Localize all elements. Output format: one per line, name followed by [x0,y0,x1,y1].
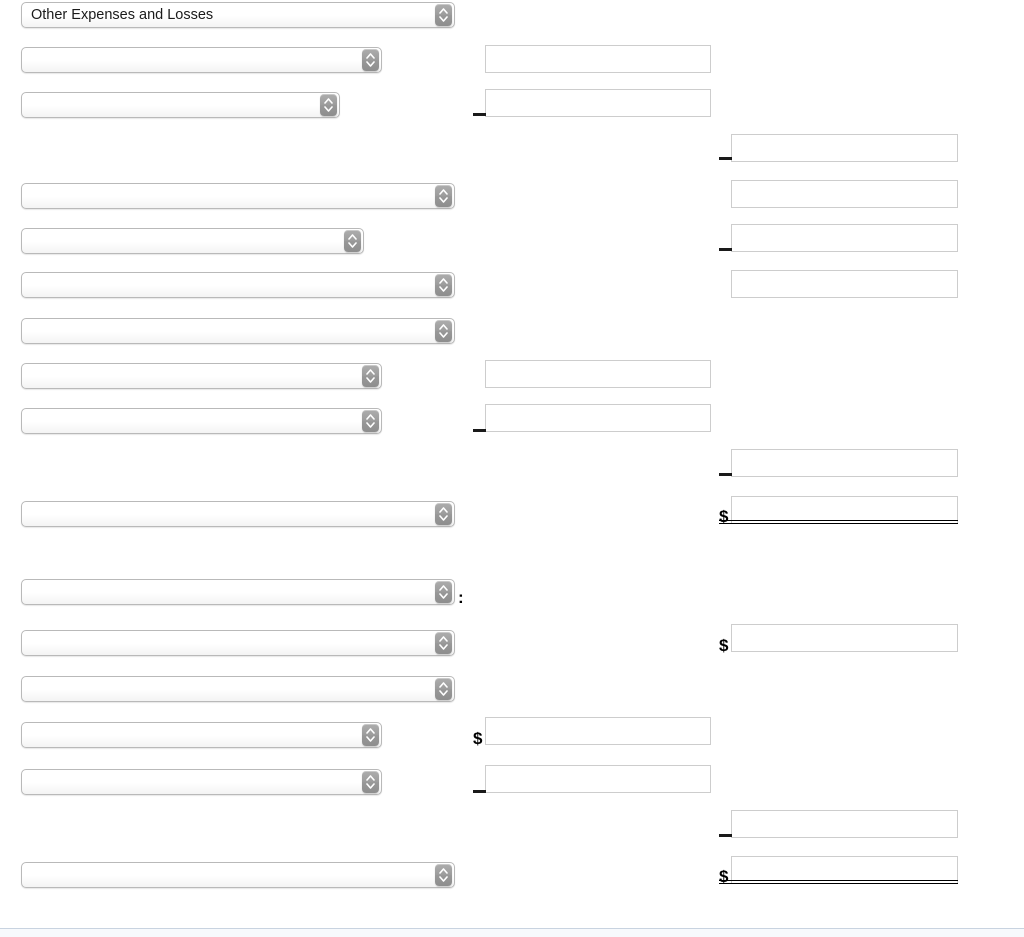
stepper-updown-icon[interactable] [435,274,452,296]
dropdown-section-header[interactable]: Other Expenses and Losses [21,2,455,28]
amount-input-amount-right-3[interactable] [731,224,958,252]
dropdown-line-item-10[interactable] [21,579,455,605]
amount-input-amount-mid-1[interactable] [485,45,711,73]
dropdown-line-item-5[interactable] [21,272,455,298]
amount-input-amount-right-5[interactable] [731,449,958,477]
amount-input-amount-right-7[interactable] [731,810,958,838]
amount-input-amount-mid-2[interactable] [485,89,711,117]
subtotal-dash-dash-right-1 [719,157,732,160]
amount-input-amount-mid-4[interactable] [485,404,711,432]
stepper-updown-icon[interactable] [435,503,452,525]
dropdown-line-item-14[interactable] [21,769,382,795]
stepper-updown-icon[interactable] [435,320,452,342]
grand-total-rule-double-rule-total-2 [719,880,958,884]
dropdown-line-item-2[interactable] [21,92,340,118]
stepper-updown-icon[interactable] [362,410,379,432]
subtotal-dash-dash-mid-6 [473,790,486,793]
dropdown-line-item-3[interactable] [21,183,455,209]
stepper-updown-icon[interactable] [362,724,379,746]
worksheet-page: Other Expenses and Losses $ $ $ $: [0,0,1024,937]
stepper-updown-icon[interactable] [320,94,337,116]
amount-input-amount-right-6[interactable] [731,624,958,652]
amount-input-amount-right-1[interactable] [731,134,958,162]
dropdown-line-item-1[interactable] [21,47,382,73]
page-divider [0,928,1024,929]
currency-symbol-dollar-mid-5: $ [473,729,483,748]
subtotal-dash-dash-mid-4 [473,429,486,432]
dropdown-line-item-12[interactable] [21,676,455,702]
amount-input-amount-right-4[interactable] [731,270,958,298]
amount-input-amount-mid-3[interactable] [485,360,711,388]
colon-marker-colon-after-line-10: : [458,588,464,607]
grand-total-rule-double-rule-total-1 [719,520,958,524]
dropdown-line-item-7[interactable] [21,363,382,389]
stepper-updown-icon[interactable] [362,49,379,71]
dropdown-line-item-4[interactable] [21,228,364,254]
subtotal-dash-dash-right-5 [719,473,732,476]
stepper-updown-icon[interactable] [435,678,452,700]
currency-symbol-dollar-right-6: $ [719,636,729,655]
subtotal-dash-dash-mid-2 [473,113,486,116]
dropdown-line-item-13[interactable] [21,722,382,748]
amount-input-amount-right-2[interactable] [731,180,958,208]
stepper-updown-icon[interactable] [435,185,452,207]
dropdown-line-item-11[interactable] [21,630,455,656]
dropdown-value: Other Expenses and Losses [31,7,214,23]
stepper-updown-icon[interactable] [435,4,452,26]
stepper-updown-icon[interactable] [435,632,452,654]
stepper-updown-icon[interactable] [435,864,452,886]
dropdown-line-item-6[interactable] [21,318,455,344]
amount-input-amount-mid-6[interactable] [485,765,711,793]
subtotal-dash-dash-right-3 [719,248,732,251]
dropdown-line-item-9[interactable] [21,501,455,527]
stepper-updown-icon[interactable] [435,581,452,603]
stepper-updown-icon[interactable] [344,230,361,252]
page-footer [0,929,1024,937]
stepper-updown-icon[interactable] [362,365,379,387]
stepper-updown-icon[interactable] [362,771,379,793]
subtotal-dash-dash-right-7 [719,834,732,837]
amount-input-amount-mid-5[interactable] [485,717,711,745]
dropdown-line-item-8[interactable] [21,408,382,434]
dropdown-line-item-15[interactable] [21,862,455,888]
